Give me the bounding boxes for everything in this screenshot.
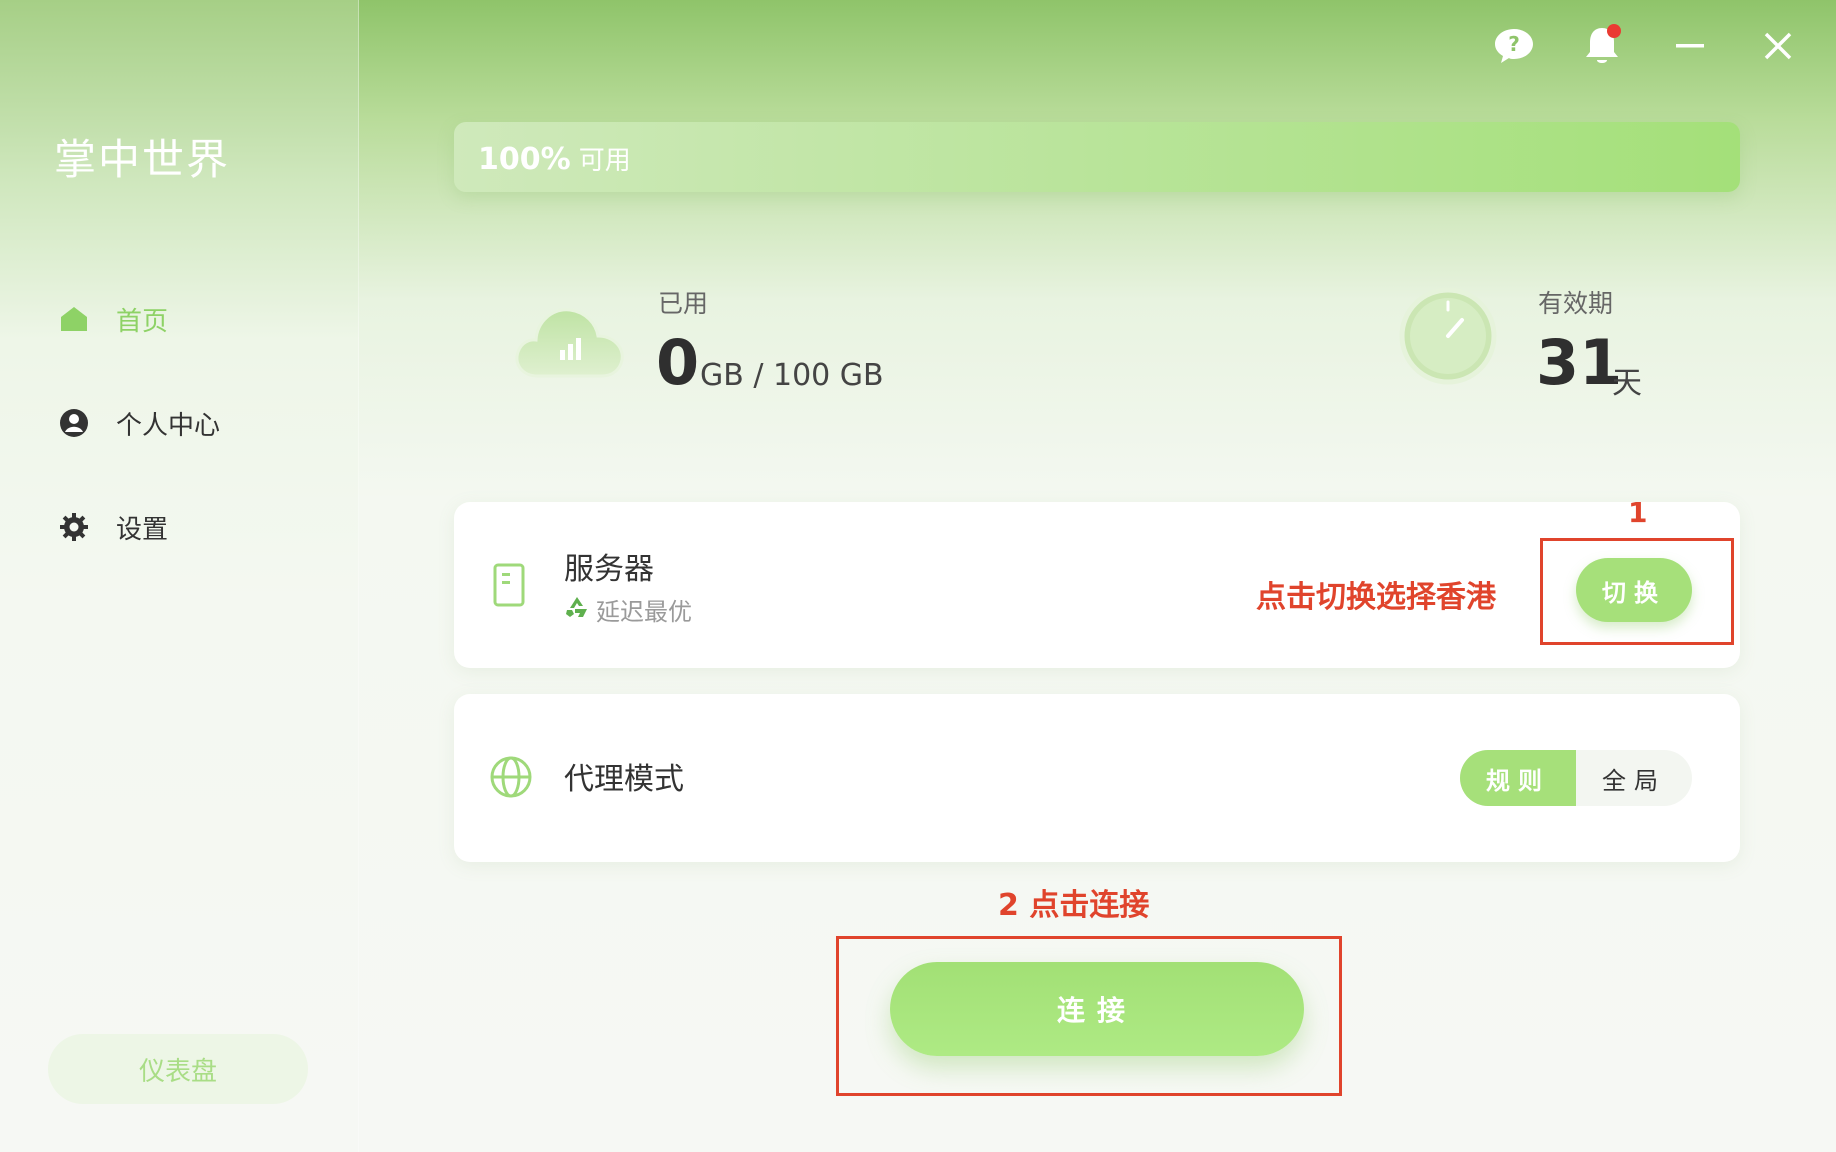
annotation-step1-text: 点击切换选择香港 xyxy=(1256,580,1496,615)
server-icon xyxy=(492,562,526,612)
usage-label: 已用 xyxy=(658,289,709,318)
gear-icon xyxy=(58,511,90,543)
minimize-icon[interactable] xyxy=(1668,24,1712,68)
cloud-icon xyxy=(510,290,630,394)
server-subtitle-text: 延迟最优 xyxy=(596,598,692,626)
server-title: 服务器 xyxy=(564,552,654,587)
sidebar-item-label: 首页 xyxy=(116,306,169,337)
server-subtitle: 延迟最优 xyxy=(564,592,692,627)
quota-progress-fill xyxy=(454,122,1740,192)
app-window: 掌中世界 首页 个人中心 设置 仪表盘 ? 100% 可用 已用 0 GB / … xyxy=(0,0,1836,1152)
proxy-mode-toggle: 规则 全局 xyxy=(1460,750,1692,806)
svg-text:?: ? xyxy=(1508,32,1520,56)
quota-text: 100% 可用 xyxy=(478,140,631,177)
quota-label: 可用 xyxy=(578,146,631,176)
validity-unit: 天 xyxy=(1612,366,1642,401)
quota-progress-bar: 100% 可用 xyxy=(454,122,1740,192)
clock-icon xyxy=(1396,284,1500,392)
validity-label: 有效期 xyxy=(1538,289,1614,318)
validity-days: 31 xyxy=(1536,326,1623,399)
proxy-mode-card: 代理模式 规则 全局 xyxy=(454,694,1740,862)
sidebar-item-settings[interactable]: 设置 xyxy=(58,502,168,552)
annotation-box-switch xyxy=(1540,538,1734,645)
user-icon xyxy=(58,407,90,439)
usage-total: GB / 100 GB xyxy=(700,358,884,393)
connect-button[interactable]: 连接 xyxy=(890,962,1304,1056)
sidebar-item-profile[interactable]: 个人中心 xyxy=(58,398,220,448)
usage-value: 0 xyxy=(656,326,700,399)
home-icon xyxy=(58,303,90,335)
app-brand: 掌中世界 xyxy=(54,135,231,184)
quota-percent: 100% xyxy=(478,142,571,177)
annotation-step1-number: 1 xyxy=(1628,496,1648,529)
proxy-mode-rule[interactable]: 规则 xyxy=(1460,750,1576,806)
notification-dot xyxy=(1607,24,1621,38)
annotation-step2-text: 2 点击连接 xyxy=(998,888,1150,923)
bell-icon[interactable] xyxy=(1580,24,1624,68)
proxy-mode-global[interactable]: 全局 xyxy=(1576,750,1692,806)
proxy-mode-title: 代理模式 xyxy=(564,762,684,797)
globe-icon xyxy=(488,754,534,804)
recycle-icon xyxy=(564,595,590,625)
sidebar-item-label: 设置 xyxy=(116,514,169,545)
help-icon[interactable]: ? xyxy=(1492,24,1536,68)
close-icon[interactable] xyxy=(1756,24,1800,68)
dashboard-button[interactable]: 仪表盘 xyxy=(48,1034,308,1104)
sidebar: 掌中世界 首页 个人中心 设置 仪表盘 xyxy=(0,0,359,1152)
sidebar-item-home[interactable]: 首页 xyxy=(58,294,168,344)
sidebar-item-label: 个人中心 xyxy=(116,410,221,441)
